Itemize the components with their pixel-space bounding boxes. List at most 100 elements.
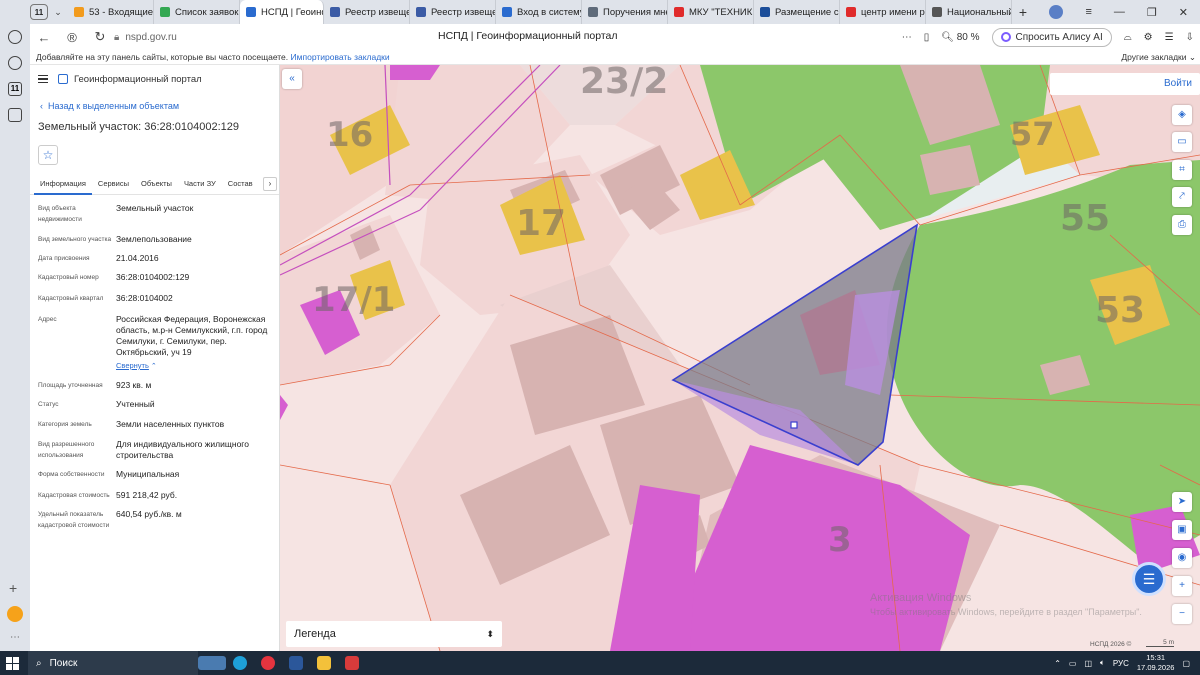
ask-alice-button[interactable]: Спросить Алису AI — [991, 27, 1112, 47]
legend-dropdown[interactable]: Легенда ⬍ — [286, 621, 502, 647]
back-to-selection-link[interactable]: ‹ Назад к выделенным объектам — [40, 101, 279, 111]
reader-icon[interactable]: ☰ — [1165, 32, 1174, 43]
attribute-key: Категория земель — [38, 421, 92, 428]
extensions-icon[interactable]: ⚙︎ — [1144, 32, 1153, 43]
zoom-indicator[interactable]: 🔍︎ 80 % — [941, 32, 979, 43]
collapse-panel-button[interactable]: « — [282, 69, 302, 89]
tray-clock[interactable]: 15:31 17.09.2026 — [1137, 653, 1175, 673]
browser-tab[interactable]: центр имени р — [840, 0, 926, 24]
attribute-row: Кадастровый квартал 36:28:0104002 — [30, 293, 279, 304]
browser-tab[interactable]: Размещение с — [754, 0, 840, 24]
incognito-icon[interactable]: ⌓ — [1124, 32, 1132, 43]
panel-tab[interactable]: Состав — [222, 173, 259, 195]
tabs-scroll-right-button[interactable]: › — [263, 177, 277, 191]
import-bookmarks-link[interactable]: Импортировать закладки — [291, 52, 390, 62]
favorite-star-button[interactable]: ☆ — [38, 145, 58, 165]
browser-tab[interactable]: Национальный — [926, 0, 1012, 24]
tab-label: НСПД | Геоинф — [261, 6, 324, 18]
zoom-out-button[interactable]: − — [1172, 604, 1192, 624]
minimap-icon[interactable]: ▣ — [1172, 520, 1192, 540]
panel-tab[interactable]: Части ЗУ — [178, 173, 222, 195]
browser-tab[interactable]: 53 - Входящие — [68, 0, 154, 24]
panel-tab[interactable]: Сервисы — [92, 173, 135, 195]
tab-count-badge[interactable]: 11 — [30, 4, 48, 20]
tab-list-chevron-icon[interactable]: ⌄ — [48, 7, 68, 18]
notifications-icon[interactable]: ▢ — [1182, 659, 1190, 668]
tab-favicon-icon — [502, 7, 512, 17]
tray-language[interactable]: РУС — [1113, 659, 1129, 668]
browser-tab[interactable]: Вход в систему — [496, 0, 582, 24]
tray-volume-icon[interactable]: 🔈︎ — [1100, 658, 1105, 668]
alice-icon[interactable] — [8, 56, 22, 70]
url-field[interactable]: nspd.gov.ru — [125, 32, 177, 43]
locate-icon[interactable]: ➤ — [1172, 492, 1192, 512]
browser-tab[interactable]: Список заявок — [154, 0, 240, 24]
browser-tab[interactable]: Реестр извеще — [324, 0, 410, 24]
more-icon[interactable]: ⋯ — [10, 632, 20, 643]
attribute-value: Учтенный — [116, 399, 155, 410]
tab-favicon-icon — [932, 7, 942, 17]
taskbar-app-widget[interactable] — [198, 651, 226, 675]
collections-icon[interactable] — [8, 108, 22, 122]
zoom-in-button[interactable]: + — [1172, 576, 1192, 596]
new-tab-button[interactable]: + — [1012, 4, 1034, 20]
tab-favicon-icon — [74, 7, 84, 17]
browser-tab[interactable]: Поручения мне — [582, 0, 668, 24]
back-icon[interactable]: ← — [30, 30, 58, 45]
add-panel-icon[interactable]: + — [9, 580, 17, 596]
close-window-icon[interactable]: ✕ — [1179, 6, 1188, 19]
attribute-key: Дата присвоения — [38, 255, 90, 262]
attribute-row: Форма собственности Муниципальная — [30, 469, 279, 480]
taskbar-app-yandex-browser[interactable] — [254, 651, 282, 675]
tab-favicon-icon — [846, 7, 856, 17]
profile-avatar[interactable] — [1049, 5, 1064, 19]
street-view-icon[interactable]: ◉ — [1172, 548, 1192, 568]
panel-tab[interactable]: Объекты — [135, 173, 178, 195]
minimize-icon[interactable]: — — [1114, 6, 1125, 18]
tab-favicon-icon — [416, 7, 426, 17]
tray-chevron-icon[interactable]: ⌃ — [1054, 659, 1061, 668]
measure-icon[interactable]: ▭ — [1172, 132, 1192, 152]
tab-favicon-icon — [588, 7, 598, 17]
collapse-link[interactable]: Свернуть — [116, 361, 149, 370]
map-view[interactable]: 23/2 16 17 17/1 57 55 53 3 « Войти ◈ ▭ ⌗ ⤤ ⎙ ➤ … — [280, 65, 1200, 651]
taskbar-app-explorer[interactable] — [310, 651, 338, 675]
bookmarks-hint: Добавляйте на эту панель сайты, которые … — [36, 52, 289, 62]
page-title: НСПД | Геоинформационный портал — [438, 30, 618, 42]
chat-assistant-button[interactable]: ☰ — [1132, 562, 1166, 596]
print-icon[interactable]: ⎙ — [1172, 215, 1192, 235]
select-area-icon[interactable]: ⌗ — [1172, 160, 1192, 180]
cadastral-map[interactable] — [280, 65, 1200, 651]
menu-icon[interactable]: ≡ — [1085, 6, 1091, 18]
browser-tab[interactable]: НСПД | Геоинф✕ — [240, 0, 324, 24]
panel-tab[interactable]: Информация — [34, 173, 92, 195]
windows-start-icon[interactable] — [0, 651, 24, 675]
browser-tab[interactable]: МКУ "ТЕХНИК — [668, 0, 754, 24]
yandex-logo-icon[interactable]: ® — [58, 30, 86, 45]
more-actions-icon[interactable]: ⋯ — [902, 32, 912, 43]
yandex-badge-icon[interactable] — [7, 606, 23, 622]
bookmark-icon[interactable]: ▯ — [924, 32, 930, 43]
taskbar-app-word[interactable] — [282, 651, 310, 675]
portal-logo-icon — [58, 74, 68, 84]
layers-icon[interactable]: ◈ — [1172, 105, 1192, 125]
attribute-key: Вид разрешенного использования — [38, 441, 95, 459]
tabs-panel-icon[interactable]: 11 — [8, 82, 22, 96]
hamburger-menu-icon[interactable] — [38, 75, 48, 83]
browser-tab[interactable]: Реестр извеще — [410, 0, 496, 24]
attribute-value: Российская Федерация, Воронежская област… — [116, 314, 275, 380]
taskbar-app-edge[interactable] — [226, 651, 254, 675]
tab-favicon-icon — [760, 7, 770, 17]
taskbar-app-calendar[interactable] — [338, 651, 366, 675]
attribute-value-text: 21.04.2016 — [116, 253, 159, 263]
downloads-icon[interactable]: ⇩ — [1186, 32, 1194, 43]
tray-network-icon[interactable]: ▭ — [1069, 659, 1077, 668]
share-icon[interactable]: ⤤ — [1172, 187, 1192, 207]
maximize-icon[interactable]: ❐ — [1147, 6, 1157, 19]
taskbar-search[interactable]: ⌕ Поиск — [28, 651, 198, 675]
history-icon[interactable] — [8, 30, 22, 44]
tray-display-icon[interactable]: ◫ — [1084, 659, 1092, 668]
login-button[interactable]: Войти — [1050, 73, 1200, 95]
reload-icon[interactable]: ↻ — [86, 29, 114, 45]
other-bookmarks-button[interactable]: Другие закладки ⌄ — [1121, 50, 1196, 64]
